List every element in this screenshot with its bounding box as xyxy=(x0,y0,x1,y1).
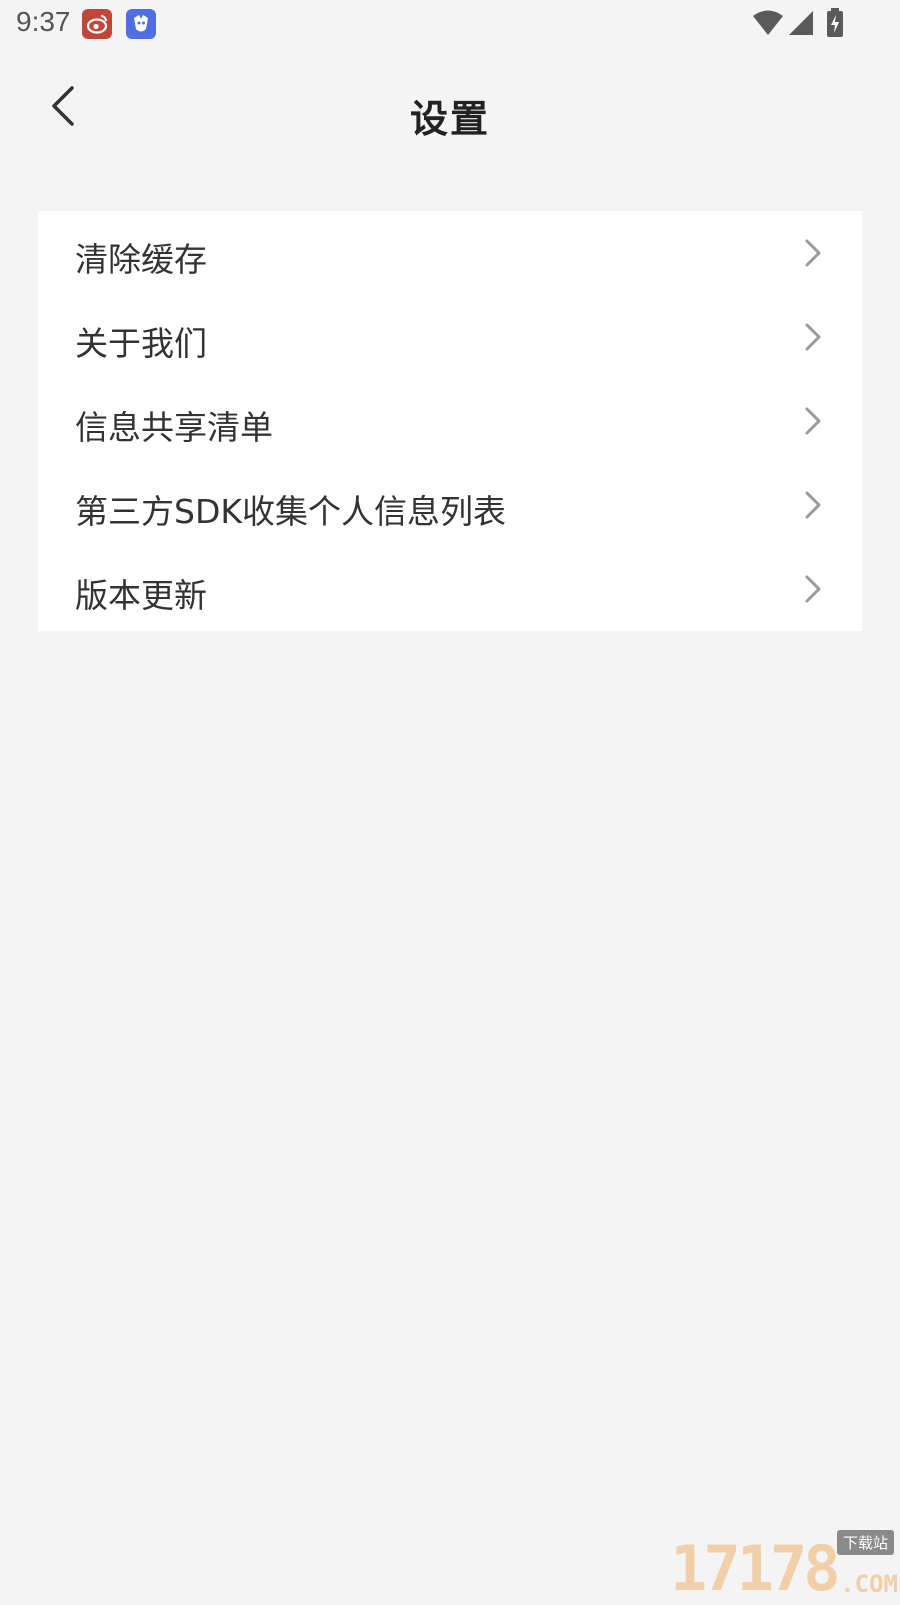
watermark-suffix: .COM xyxy=(840,1570,898,1598)
wifi-icon xyxy=(753,10,783,35)
site-watermark: 17178 下载站 .COM xyxy=(670,1530,900,1600)
menu-item-label: 第三方SDK收集个人信息列表 xyxy=(75,492,506,531)
watermark-digits: 17178 xyxy=(670,1532,841,1605)
menu-item-info-sharing-list[interactable]: 信息共享清单 xyxy=(38,379,862,463)
menu-item-about-us[interactable]: 关于我们 xyxy=(38,295,862,379)
chevron-right-icon xyxy=(805,239,821,267)
watermark-tag: 下载站 xyxy=(836,1530,894,1555)
status-time: 9:37 xyxy=(16,6,71,37)
page-title: 设置 xyxy=(409,97,490,141)
chevron-right-icon xyxy=(805,323,821,351)
app-header: 设置 xyxy=(0,60,900,170)
chevron-right-icon xyxy=(805,407,821,435)
signal-icon xyxy=(789,11,813,35)
battery-charging-icon xyxy=(827,8,843,37)
menu-item-label: 版本更新 xyxy=(75,576,207,615)
menu-item-label: 关于我们 xyxy=(75,324,207,363)
chevron-right-icon xyxy=(805,575,821,603)
app-notification-icon xyxy=(126,9,156,39)
menu-item-third-party-sdk-list[interactable]: 第三方SDK收集个人信息列表 xyxy=(38,463,862,547)
menu-item-label: 清除缓存 xyxy=(75,240,207,279)
weibo-icon xyxy=(82,9,112,39)
chevron-right-icon xyxy=(805,491,821,519)
menu-item-clear-cache[interactable]: 清除缓存 xyxy=(38,211,862,295)
status-bar: 9:37 xyxy=(0,0,900,48)
menu-item-version-update[interactable]: 版本更新 xyxy=(38,547,862,631)
settings-menu: 清除缓存 关于我们 信息共享清单 第三方SDK收集个人信息列表 版本更新 xyxy=(38,211,862,631)
menu-item-label: 信息共享清单 xyxy=(75,408,273,447)
